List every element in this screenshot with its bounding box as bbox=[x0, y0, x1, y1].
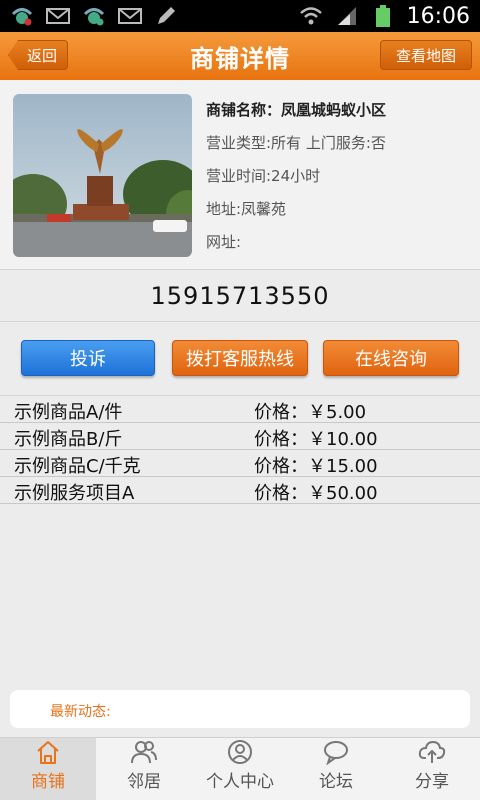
product-price: 价格：￥15.00 bbox=[254, 456, 378, 477]
status-bar: 16:06 bbox=[0, 0, 480, 32]
nav-tab-label: 个人中心 bbox=[206, 772, 274, 792]
product-name: 示例商品C/千克 bbox=[14, 456, 141, 477]
pen-icon bbox=[154, 6, 178, 26]
usb-debug-icon bbox=[10, 6, 34, 26]
wifi-icon bbox=[299, 6, 323, 26]
list-item[interactable]: 示例商品A/件 价格：￥5.00 bbox=[0, 396, 480, 423]
mail-icon bbox=[118, 6, 142, 26]
shop-business-type: 营业类型:所有 上门服务:否 bbox=[206, 134, 386, 152]
shop-name: 商铺名称：凤凰城蚂蚁小区 bbox=[206, 101, 387, 119]
shop-website: 网址: bbox=[206, 233, 242, 251]
product-price: 价格：￥10.00 bbox=[254, 429, 378, 450]
product-price: 价格：￥50.00 bbox=[254, 483, 378, 504]
nav-tab-share[interactable]: 分享 bbox=[384, 738, 480, 800]
latest-news-label: 最新动态: bbox=[50, 704, 111, 720]
list-item[interactable]: 示例服务项目A 价格：￥50.00 bbox=[0, 477, 480, 504]
complain-button[interactable]: 投诉 bbox=[21, 340, 155, 376]
shop-address: 地址:凤馨苑 bbox=[206, 200, 287, 218]
clock: 16:06 bbox=[406, 3, 470, 29]
nav-tab-shop[interactable]: 商铺 bbox=[0, 738, 96, 800]
back-button[interactable]: 返回 bbox=[8, 40, 68, 70]
mail-icon bbox=[46, 6, 70, 26]
product-list: 示例商品A/件 价格：￥5.00 示例商品B/斤 价格：￥10.00 示例商品C… bbox=[0, 396, 480, 504]
cloud-upload-icon bbox=[418, 739, 446, 765]
view-map-button[interactable]: 查看地图 bbox=[380, 40, 472, 70]
nav-tab-forum[interactable]: 论坛 bbox=[288, 738, 384, 800]
nav-tab-profile[interactable]: 个人中心 bbox=[192, 738, 288, 800]
product-name: 示例商品B/斤 bbox=[14, 429, 123, 450]
nav-tab-label: 分享 bbox=[415, 772, 449, 792]
usb-debug-icon bbox=[82, 6, 106, 26]
bottom-nav: 商铺 邻居 个人中心 论坛 分享 bbox=[0, 737, 480, 800]
phone-row: 15915713550 bbox=[0, 270, 480, 322]
battery-icon bbox=[371, 5, 395, 27]
product-name: 示例商品A/件 bbox=[14, 402, 123, 423]
nav-tab-label: 邻居 bbox=[127, 772, 161, 792]
user-icon bbox=[226, 739, 254, 765]
list-item[interactable]: 示例商品C/千克 价格：￥15.00 bbox=[0, 450, 480, 477]
nav-tab-label: 论坛 bbox=[319, 772, 353, 792]
shop-hours: 营业时间:24小时 bbox=[206, 167, 321, 185]
people-icon bbox=[130, 739, 158, 765]
call-hotline-button[interactable]: 拨打客服热线 bbox=[172, 340, 308, 376]
list-item[interactable]: 示例商品B/斤 价格：￥10.00 bbox=[0, 423, 480, 450]
action-buttons: 投诉 拨打客服热线 在线咨询 bbox=[0, 322, 480, 396]
product-price: 价格：￥5.00 bbox=[254, 402, 367, 423]
home-icon bbox=[34, 739, 62, 765]
page-title: 商铺详情 bbox=[190, 44, 290, 73]
nav-tab-label: 商铺 bbox=[31, 772, 65, 792]
shop-photo bbox=[13, 94, 192, 257]
product-name: 示例服务项目A bbox=[14, 483, 135, 504]
chat-icon bbox=[322, 739, 350, 766]
signal-icon bbox=[335, 6, 359, 26]
nav-tab-neighbors[interactable]: 邻居 bbox=[96, 738, 192, 800]
shop-info-panel: 商铺名称：凤凰城蚂蚁小区 营业类型:所有 上门服务:否 营业时间:24小时 地址… bbox=[0, 80, 480, 270]
online-consult-button[interactable]: 在线咨询 bbox=[323, 340, 459, 376]
phone-number[interactable]: 15915713550 bbox=[151, 282, 330, 310]
header-bar: 返回 商铺详情 查看地图 bbox=[0, 32, 480, 80]
latest-news-panel[interactable]: 最新动态: bbox=[10, 690, 470, 728]
